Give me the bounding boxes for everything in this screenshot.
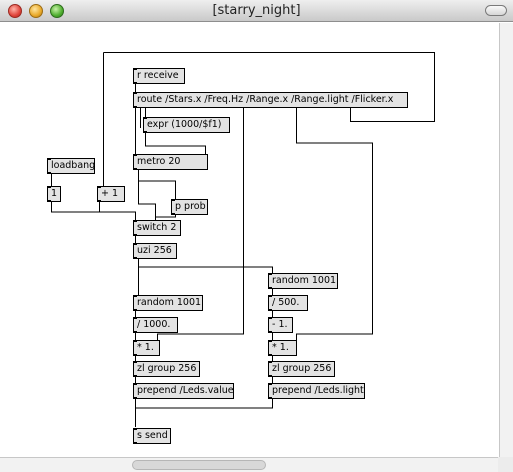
expr-object[interactable]: expr (1000/$f1) — [143, 117, 230, 133]
resize-grip[interactable] — [498, 457, 513, 472]
subtract-right-object[interactable]: - 1. — [268, 317, 293, 333]
s-send-object[interactable]: s send — [133, 428, 171, 444]
multiply-right-object[interactable]: * 1. — [268, 340, 297, 356]
uzi-object[interactable]: uzi 256 — [133, 243, 177, 259]
r-receive-object[interactable]: r receive — [133, 68, 185, 84]
patch-cord — [145, 133, 206, 154]
patch-cord — [138, 169, 176, 199]
patch-cords — [51, 52, 435, 427]
switch-object[interactable]: switch 2 — [133, 220, 181, 236]
patch-cord — [138, 181, 156, 220]
plus-one-object[interactable]: + 1 — [97, 186, 125, 202]
patch-cord — [103, 52, 435, 122]
random-left-object[interactable]: random 1001 — [133, 295, 203, 311]
multiply-left-object[interactable]: * 1. — [133, 340, 160, 356]
prepend-leds-light-object[interactable]: prepend /Leds.light — [268, 383, 365, 399]
patch-cord — [135, 398, 273, 409]
vertical-scrollbar[interactable] — [499, 23, 513, 457]
random-right-object[interactable]: random 1001 — [268, 273, 338, 289]
prepend-leds-value-object[interactable]: prepend /Leds.value — [133, 383, 234, 399]
p-prob-subpatch[interactable]: p prob — [171, 199, 208, 215]
loadbang-object[interactable]: loadbang — [47, 158, 95, 174]
metro-object[interactable]: metro 20 — [133, 154, 208, 170]
patch-cord — [51, 201, 136, 220]
patcher-window: [starry_night] r receive route /Stars.x … — [0, 0, 513, 472]
horizontal-scroll-thumb[interactable] — [132, 460, 266, 470]
toolbar-toggle-button[interactable] — [485, 5, 507, 16]
title-bar[interactable]: [starry_night] — [0, 0, 513, 22]
route-object[interactable]: route /Stars.x /Freq.Hz /Range.x /Range.… — [133, 92, 408, 108]
zl-group-right-object[interactable]: zl group 256 — [268, 361, 335, 377]
divide-right-object[interactable]: / 500. — [268, 295, 308, 311]
window-title: [starry_night] — [212, 3, 301, 18]
divide-left-object[interactable]: / 1000. — [133, 317, 178, 333]
patch-cord — [138, 266, 273, 273]
number-box[interactable]: 1 — [47, 186, 61, 202]
patch-canvas[interactable]: r receive route /Stars.x /Freq.Hz /Range… — [0, 23, 499, 457]
horizontal-scrollbar[interactable] — [0, 457, 513, 472]
zl-group-left-object[interactable]: zl group 256 — [133, 361, 200, 377]
